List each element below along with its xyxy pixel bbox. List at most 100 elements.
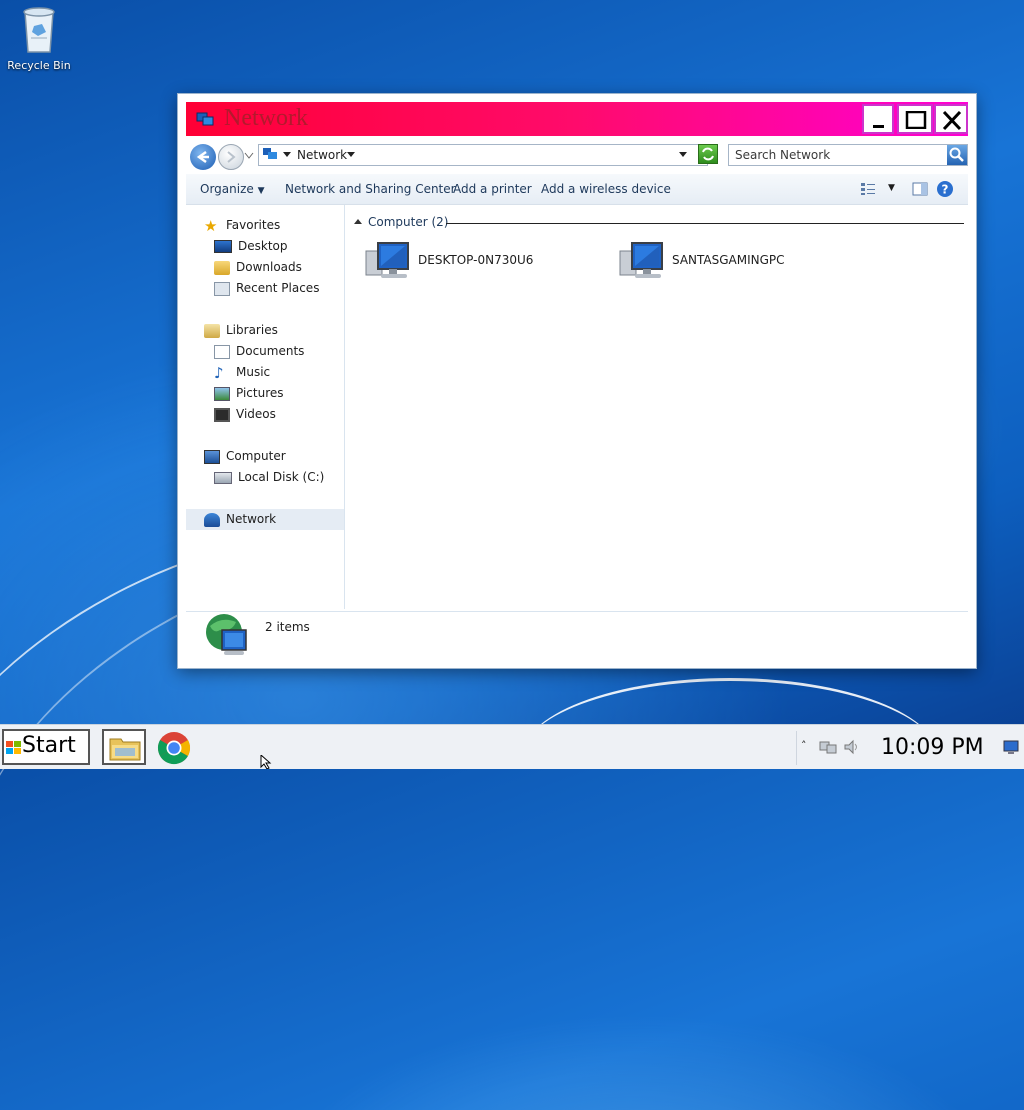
- nav-label: Music: [236, 365, 271, 379]
- start-label: Start: [22, 733, 76, 758]
- nav-libraries[interactable]: Libraries: [204, 320, 278, 341]
- chevron-down-icon: ▼: [257, 186, 265, 196]
- nav-music[interactable]: ♪ Music: [214, 362, 270, 383]
- nav-desktop[interactable]: Desktop: [214, 236, 288, 257]
- item-count: 2 items: [265, 620, 310, 634]
- libraries-icon: [204, 323, 220, 338]
- local-disk-icon: [214, 471, 232, 484]
- chevron-down-icon[interactable]: ▼: [888, 183, 895, 193]
- network-icon: [263, 148, 277, 159]
- computer-name: DESKTOP-0N730U6: [418, 253, 534, 267]
- computer-icon: [365, 242, 409, 278]
- search-input[interactable]: Search Network: [735, 148, 830, 162]
- back-button[interactable]: [190, 144, 216, 170]
- search-button[interactable]: [947, 145, 967, 165]
- nav-label: Network: [226, 512, 277, 526]
- volume-icon[interactable]: [843, 739, 861, 755]
- recycle-bin-desktop-icon[interactable]: Recycle Bin: [2, 6, 76, 72]
- search-icon: [949, 147, 964, 162]
- nav-label: Libraries: [226, 323, 278, 337]
- taskbar-explorer-button[interactable]: [102, 729, 146, 765]
- address-history-chevron-icon[interactable]: [679, 152, 687, 158]
- documents-icon: [214, 344, 230, 359]
- recent-places-icon: [214, 281, 230, 296]
- windows-logo-icon: [6, 741, 21, 754]
- organize-menu[interactable]: Organize ▼: [200, 182, 265, 196]
- organize-label: Organize: [200, 182, 254, 196]
- nav-label: Videos: [236, 407, 276, 421]
- taskbar: Start ˄ 10:09 PM: [0, 724, 1024, 769]
- nav-documents[interactable]: Documents: [214, 341, 304, 362]
- start-button[interactable]: Start: [2, 729, 90, 765]
- add-wireless-device-button[interactable]: Add a wireless device: [541, 182, 671, 196]
- nav-local-disk[interactable]: Local Disk (C:): [214, 467, 324, 488]
- star-icon: ★: [204, 216, 218, 235]
- network-sharing-center-button[interactable]: Network and Sharing Center: [285, 182, 456, 196]
- nav-computer[interactable]: Computer: [204, 446, 286, 467]
- back-arrow-icon: [196, 150, 209, 164]
- nav-label: Favorites: [226, 218, 281, 232]
- maximize-icon: [905, 111, 927, 129]
- group-header-label: Computer (2): [368, 215, 449, 229]
- nav-network[interactable]: Network: [186, 509, 344, 530]
- computer-icon: [619, 242, 663, 278]
- close-button[interactable]: [934, 104, 968, 134]
- network-status-icon[interactable]: [819, 739, 837, 755]
- navigation-pane: ★ Favorites Desktop Downloads Recent Plac…: [186, 205, 345, 609]
- videos-icon: [214, 407, 230, 422]
- computer-item[interactable]: SANTASGAMINGPC: [618, 241, 818, 285]
- pictures-icon: [214, 386, 230, 401]
- chevron-down-icon[interactable]: [283, 152, 291, 158]
- maximize-button[interactable]: [897, 104, 933, 134]
- nav-label: Documents: [236, 344, 305, 358]
- chevron-down-icon[interactable]: [347, 152, 355, 158]
- network-icon: [196, 112, 214, 126]
- command-bar: Organize ▼ Network and Sharing Center Ad…: [186, 174, 968, 205]
- nav-favorites[interactable]: ★ Favorites: [204, 215, 280, 236]
- system-tray: ˄ 10:09 PM: [796, 731, 1023, 765]
- forward-button[interactable]: [218, 144, 244, 170]
- nav-label: Downloads: [236, 260, 302, 274]
- minimize-button[interactable]: [862, 104, 894, 134]
- chrome-icon: [157, 732, 191, 765]
- network-icon: [204, 512, 220, 527]
- taskbar-chrome-button[interactable]: [152, 729, 196, 765]
- refresh-button[interactable]: [698, 144, 718, 164]
- recent-pages-chevron-icon[interactable]: [244, 152, 254, 160]
- nav-label: Desktop: [238, 239, 288, 253]
- nav-label: Pictures: [236, 386, 284, 400]
- search-box[interactable]: Search Network: [728, 144, 968, 166]
- computer-icon: [204, 449, 220, 464]
- add-printer-button[interactable]: Add a printer: [453, 182, 532, 196]
- show-desktop-icon[interactable]: [1003, 739, 1019, 755]
- mouse-cursor-icon: [260, 755, 272, 769]
- nav-label: Computer: [226, 449, 286, 463]
- music-note-icon: ♪: [214, 363, 224, 382]
- network-globe-icon: [206, 614, 247, 655]
- address-row: Network Search Network: [186, 142, 968, 170]
- file-list: Computer (2) DESKTOP-0N730U6 SANTASGAMIN…: [346, 205, 968, 609]
- forward-arrow-icon: [227, 151, 236, 163]
- nav-downloads[interactable]: Downloads: [214, 257, 302, 278]
- nav-videos[interactable]: Videos: [214, 404, 276, 425]
- address-location[interactable]: Network: [297, 148, 347, 162]
- title-bar[interactable]: Network: [186, 102, 968, 136]
- details-pane: 2 items: [186, 611, 968, 662]
- folder-icon: [109, 738, 141, 761]
- recycle-bin-icon: [23, 7, 55, 53]
- address-bar[interactable]: Network: [258, 144, 708, 166]
- recycle-bin-label: Recycle Bin: [7, 59, 71, 72]
- help-icon[interactable]: ?: [936, 180, 954, 198]
- view-options-icon[interactable]: [860, 182, 876, 196]
- preview-pane-icon[interactable]: [912, 182, 928, 196]
- nav-pictures[interactable]: Pictures: [214, 383, 284, 404]
- minimize-icon: [873, 125, 884, 128]
- svg-text:?: ?: [942, 183, 949, 197]
- nav-recent-places[interactable]: Recent Places: [214, 278, 319, 299]
- collapse-chevron-icon[interactable]: [354, 218, 362, 224]
- computer-item[interactable]: DESKTOP-0N730U6: [364, 241, 564, 285]
- show-hidden-icons-chevron-icon[interactable]: ˄: [801, 739, 807, 752]
- clock[interactable]: 10:09 PM: [881, 735, 984, 760]
- downloads-folder-icon: [214, 260, 230, 275]
- window-title: Network: [224, 105, 308, 131]
